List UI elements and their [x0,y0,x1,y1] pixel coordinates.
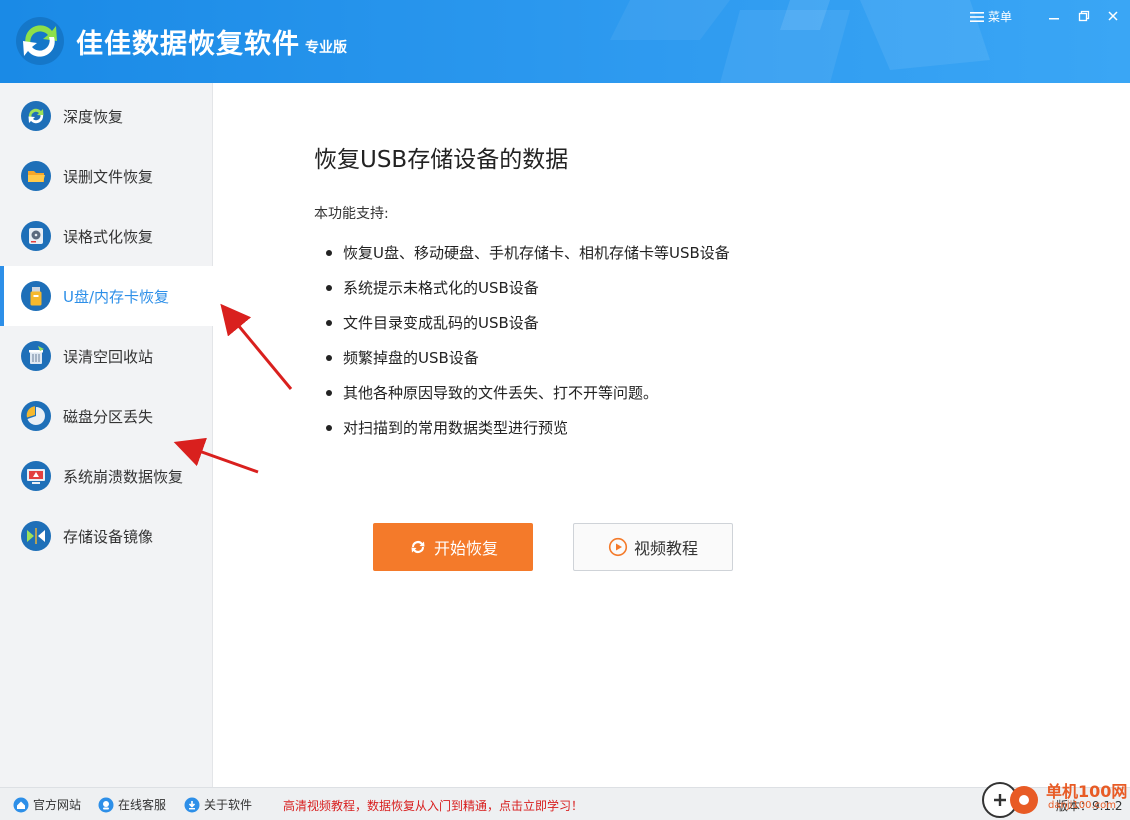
page-title: 恢复USB存储设备的数据 [314,147,569,173]
info-icon [184,797,200,812]
bullet-icon [326,249,332,256]
pie-partition-icon [21,401,51,431]
about-label: 关于软件 [204,798,253,812]
refresh-icon [411,540,425,554]
list-item: 频繁掉盘的USB设备 [326,340,730,375]
sidebar-item-label: 误清空回收站 [63,348,154,366]
sidebar-item-device-mirror[interactable]: 存储设备镜像 [0,506,213,566]
recycle-bin-icon [21,341,51,371]
sidebar-item-label: 存储设备镜像 [63,528,154,546]
bullet-icon [326,389,332,396]
feature-text: 频繁掉盘的USB设备 [343,349,479,367]
feature-text: 文件目录变成乱码的USB设备 [343,314,539,332]
sidebar-item-deleted-files[interactable]: 误删文件恢复 [0,146,213,206]
app-title: 佳佳数据恢复软件 [76,29,300,60]
support-label: 本功能支持: [314,206,389,222]
list-item: 其他各种原因导致的文件丢失、打不开等问题。 [326,375,730,410]
main-panel: 恢复USB存储设备的数据 本功能支持: 恢复U盘、移动硬盘、手机存储卡、相机存储… [214,83,1130,787]
website-label: 官方网站 [33,798,82,812]
sidebar-item-deep-recovery[interactable]: 深度恢复 [0,86,213,146]
start-recovery-label: 开始恢复 [433,539,498,558]
sidebar-item-label: 系统崩溃数据恢复 [63,468,184,486]
hamburger-icon [970,11,984,22]
menu-label: 菜单 [988,10,1013,24]
sidebar-item-label: U盘/内存卡恢复 [63,288,170,306]
bullet-icon [326,424,332,431]
watermark-url: danji100.com [1048,800,1116,811]
usb-drive-icon [21,281,51,311]
sidebar-item-usb-recovery[interactable]: U盘/内存卡恢复 [0,266,213,326]
watermark-text: 单机100网 [1046,782,1128,801]
home-icon [13,797,29,812]
bullet-icon [326,319,332,326]
bullet-icon [326,284,332,291]
sidebar-item-label: 深度恢复 [63,108,124,126]
maximize-button[interactable] [1073,6,1095,26]
start-recovery-button[interactable]: 开始恢复 [373,523,533,571]
app-edition: 专业版 [305,40,347,56]
feature-text: 恢复U盘、移动硬盘、手机存储卡、相机存储卡等USB设备 [343,244,730,262]
list-item: 文件目录变成乱码的USB设备 [326,305,730,340]
header-decoration [610,0,990,83]
restore-icon [1078,10,1090,22]
feature-text: 系统提示未格式化的USB设备 [343,279,539,297]
status-bar: 官方网站 在线客服 关于软件 高清视频教程，数据恢复从入门到精通，点击立即学习！… [0,787,1130,820]
disk-icon [21,221,51,251]
app-logo-icon [16,17,64,65]
sidebar-item-partition-lost[interactable]: 磁盘分区丢失 [0,386,213,446]
bullet-icon [326,354,332,361]
device-mirror-icon [21,521,51,551]
support-label: 在线客服 [118,798,167,812]
sidebar-item-recycle-bin[interactable]: 误清空回收站 [0,326,213,386]
sidebar-item-label: 误删文件恢复 [63,168,154,186]
list-item: 对扫描到的常用数据类型进行预览 [326,410,730,445]
folder-icon [21,161,51,191]
feature-text: 其他各种原因导致的文件丢失、打不开等问题。 [343,384,659,402]
video-tutorial-label: 视频教程 [633,539,698,558]
sidebar-item-system-crash[interactable]: 系统崩溃数据恢复 [0,446,213,506]
feature-text: 对扫描到的常用数据类型进行预览 [343,419,569,437]
minimize-button[interactable] [1043,6,1065,26]
close-icon [1108,11,1118,21]
list-item: 恢复U盘、移动硬盘、手机存储卡、相机存储卡等USB设备 [326,235,730,270]
promo-link[interactable]: 高清视频教程，数据恢复从入门到精通，点击立即学习！ [283,797,583,814]
list-item: 系统提示未格式化的USB设备 [326,270,730,305]
play-icon [608,537,628,557]
support-link[interactable]: 在线客服 [98,796,166,813]
crashed-monitor-icon [21,461,51,491]
sidebar: 深度恢复 误删文件恢复 误格式化恢复 U盘/内存卡恢复 误清空回收站 磁盘分区丢… [0,83,213,787]
sidebar-item-label: 磁盘分区丢失 [63,408,154,426]
about-link[interactable]: 关于软件 [184,796,252,813]
feature-list: 恢复U盘、移动硬盘、手机存储卡、相机存储卡等USB设备 系统提示未格式化的USB… [326,235,730,445]
sidebar-item-label: 误格式化恢复 [63,228,154,246]
headset-icon [98,797,114,812]
website-link[interactable]: 官方网站 [13,796,81,813]
close-button[interactable] [1102,6,1124,26]
refresh-icon [21,101,51,131]
menu-button[interactable]: 菜单 [970,8,1012,25]
sidebar-item-format-recovery[interactable]: 误格式化恢复 [0,206,213,266]
minimize-icon [1049,18,1059,20]
title-bar: 佳佳数据恢复软件 专业版 菜单 [0,0,1130,83]
video-tutorial-button[interactable]: 视频教程 [573,523,733,571]
